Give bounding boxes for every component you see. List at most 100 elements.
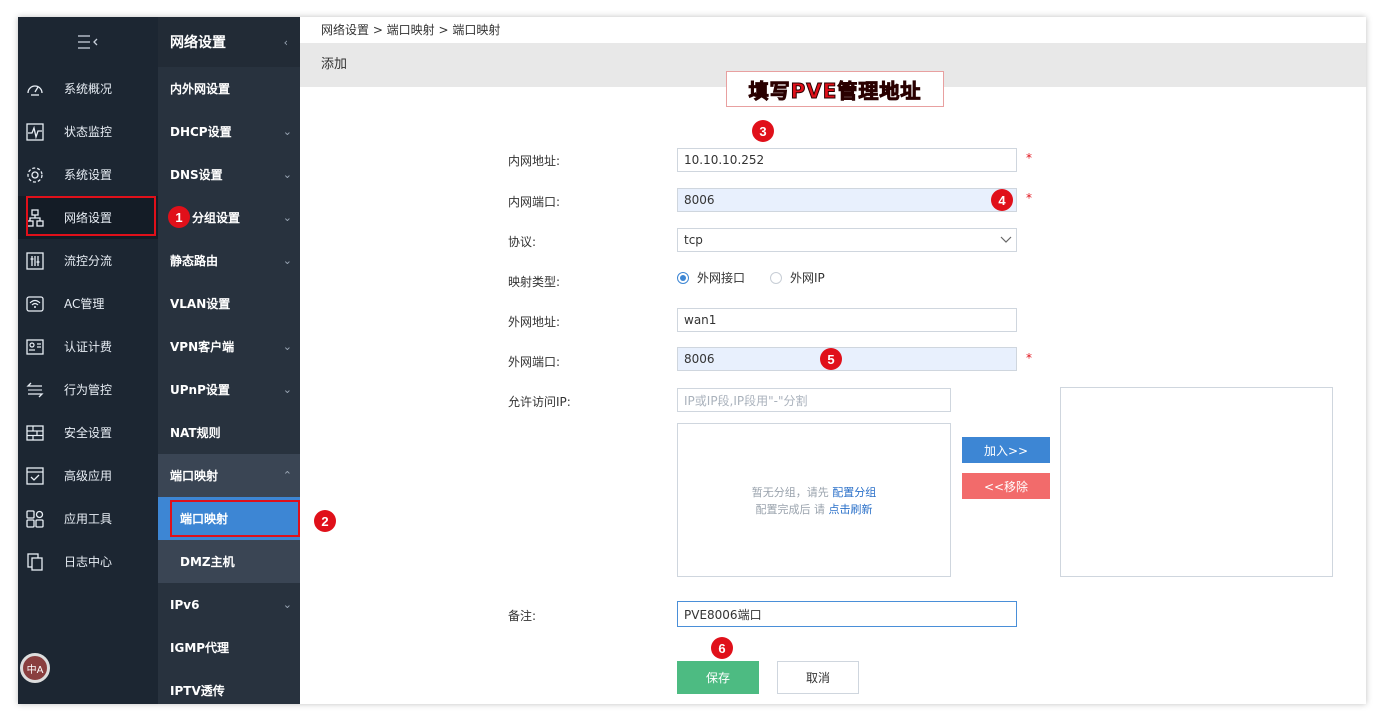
- gear-icon: [24, 164, 46, 186]
- chevron-down-icon: [1000, 236, 1012, 243]
- submenu-item-port-mapping[interactable]: 端口映射 ⌃: [158, 454, 300, 497]
- submenu-item-label: IPv6: [170, 597, 200, 612]
- transfer-icon: [24, 379, 46, 401]
- remark-input[interactable]: PVE8006端口: [677, 601, 1017, 627]
- sidebar-item-auth-billing[interactable]: 认证计费: [18, 325, 158, 368]
- map-type-label: 映射类型:: [508, 275, 561, 289]
- sidebar-item-system-settings[interactable]: 系统设置: [18, 153, 158, 196]
- chevron-down-icon: ⌄: [282, 598, 292, 611]
- submenu-sidebar: 网络设置 ‹ 内外网设置 DHCP设置 ⌄ DNS设置 ⌄ 分组设置 ⌄ 静态路由 ⌄ …: [158, 17, 300, 704]
- configure-group-link[interactable]: 配置分组: [832, 486, 876, 499]
- selected-list-box[interactable]: [1060, 387, 1333, 577]
- sidebar-item-network-settings[interactable]: 网络设置: [18, 196, 158, 239]
- submenu-child-port-mapping[interactable]: 端口映射: [158, 497, 300, 540]
- submenu-item-dhcp[interactable]: DHCP设置 ⌄: [158, 110, 300, 153]
- wan-port-label: 外网端口:: [508, 355, 561, 369]
- group-list-box[interactable]: 暂无分组，请先 配置分组 配置完成后 请 点击刷新: [677, 423, 951, 577]
- sidebar-item-overview[interactable]: 系统概况: [18, 67, 158, 110]
- radio-label: 外网接口: [697, 271, 746, 285]
- allow-ip-input[interactable]: IP或IP段,IP段用"-"分割: [677, 388, 951, 412]
- lan-ip-label: 内网地址:: [508, 154, 561, 168]
- inbox-check-icon: [24, 465, 46, 487]
- chevron-down-icon: ⌄: [282, 211, 292, 224]
- firewall-icon: [24, 422, 46, 444]
- remove-button[interactable]: <<移除: [962, 473, 1050, 499]
- apps-icon: [24, 508, 46, 530]
- empty-group-message: 暂无分组，请先 配置分组 配置完成后 请 点击刷新: [678, 484, 950, 518]
- sidebar-item-advanced[interactable]: 高级应用: [18, 454, 158, 497]
- app-window: 系统概况 状态监控 系统设置 网络设置 流控分流 AC管理 认证计费 行为管控 …: [18, 17, 1366, 704]
- remark-label: 备注:: [508, 609, 537, 623]
- submenu-item-label: DHCP设置: [170, 125, 232, 139]
- submenu-item-label: UPnP设置: [170, 383, 230, 397]
- submenu-item-iptv[interactable]: IPTV透传: [158, 669, 300, 704]
- id-card-icon: [24, 336, 46, 358]
- add-button[interactable]: 加入>>: [962, 437, 1050, 463]
- step-marker-2: 2: [314, 510, 336, 532]
- highlight-box: [26, 196, 156, 236]
- wan-addr-input[interactable]: wan1: [677, 308, 1017, 332]
- submenu-item-nat[interactable]: NAT规则: [158, 411, 300, 454]
- sidebar-item-label: 高级应用: [64, 469, 113, 483]
- submenu-item-label: DMZ主机: [180, 555, 235, 569]
- lan-ip-input[interactable]: 10.10.10.252: [677, 148, 1017, 172]
- step-marker-5: 5: [820, 348, 842, 370]
- allow-ip-label: 允许访问IP:: [508, 395, 571, 409]
- empty-text: 暂无分组，请先: [751, 486, 829, 499]
- submenu-item-label: VPN客户端: [170, 340, 235, 354]
- collapse-chevron-icon[interactable]: ‹: [284, 36, 288, 49]
- submenu-item-upnp[interactable]: UPnP设置 ⌄: [158, 368, 300, 411]
- radio-checked-icon: [677, 271, 689, 284]
- protocol-label: 协议:: [508, 235, 537, 249]
- submenu-item-lan-wan[interactable]: 内外网设置: [158, 67, 300, 110]
- radio-wan-interface[interactable]: 外网接口: [677, 269, 745, 286]
- wan-addr-label: 外网地址:: [508, 315, 561, 329]
- step-marker-1: 1: [168, 206, 190, 228]
- submenu-item-igmp[interactable]: IGMP代理: [158, 626, 300, 669]
- sidebar-item-flow-control[interactable]: 流控分流: [18, 239, 158, 282]
- sliders-icon: [24, 250, 46, 272]
- menu-toggle-button[interactable]: [18, 17, 158, 67]
- protocol-select[interactable]: tcp: [677, 228, 1017, 252]
- sidebar-item-ac-management[interactable]: AC管理: [18, 282, 158, 325]
- monitor-icon: [24, 121, 46, 143]
- sidebar-item-monitor[interactable]: 状态监控: [18, 110, 158, 153]
- sidebar-item-behavior-control[interactable]: 行为管控: [18, 368, 158, 411]
- dashboard-icon: [24, 78, 46, 100]
- radio-unchecked-icon: [770, 271, 782, 284]
- language-switch-button[interactable]: 中A: [20, 653, 50, 683]
- lan-port-label: 内网端口:: [508, 195, 561, 209]
- empty-text: 配置完成后 请: [755, 503, 826, 516]
- chevron-down-icon: ⌄: [282, 125, 292, 138]
- log-icon: [24, 551, 46, 573]
- chevron-down-icon: ⌄: [282, 340, 292, 353]
- sidebar-item-label: 系统设置: [64, 168, 113, 182]
- required-mark: *: [1026, 351, 1032, 365]
- submenu-item-label: 静态路由: [170, 254, 219, 268]
- sidebar-item-label: 认证计费: [64, 340, 113, 354]
- submenu-item-label: IPTV透传: [170, 684, 225, 698]
- required-mark: *: [1026, 151, 1032, 165]
- sidebar-item-label: 流控分流: [64, 254, 113, 268]
- sidebar-item-label: 行为管控: [64, 383, 113, 397]
- submenu-item-ipv6[interactable]: IPv6 ⌄: [158, 583, 300, 626]
- sidebar-item-label: 应用工具: [64, 512, 113, 526]
- submenu-child-dmz[interactable]: DMZ主机: [158, 540, 300, 583]
- submenu-header: 网络设置 ‹: [158, 17, 300, 67]
- chevron-down-icon: ⌄: [282, 383, 292, 396]
- submenu-item-dns[interactable]: DNS设置 ⌄: [158, 153, 300, 196]
- submenu-item-vpn-client[interactable]: VPN客户端 ⌄: [158, 325, 300, 368]
- cancel-button[interactable]: 取消: [777, 661, 859, 694]
- sidebar-item-log-center[interactable]: 日志中心: [18, 540, 158, 583]
- sidebar-item-label: 安全设置: [64, 426, 113, 440]
- submenu-item-label: VLAN设置: [170, 297, 231, 311]
- save-button[interactable]: 保存: [677, 661, 759, 694]
- radio-wan-ip[interactable]: 外网IP: [770, 269, 825, 286]
- refresh-link[interactable]: 点击刷新: [829, 503, 873, 516]
- wan-port-input[interactable]: 8006: [677, 347, 1017, 371]
- submenu-item-vlan[interactable]: VLAN设置: [158, 282, 300, 325]
- sidebar-item-security[interactable]: 安全设置: [18, 411, 158, 454]
- sidebar-item-app-tools[interactable]: 应用工具: [18, 497, 158, 540]
- lan-port-input[interactable]: 8006: [677, 188, 1017, 212]
- submenu-item-static-route[interactable]: 静态路由 ⌄: [158, 239, 300, 282]
